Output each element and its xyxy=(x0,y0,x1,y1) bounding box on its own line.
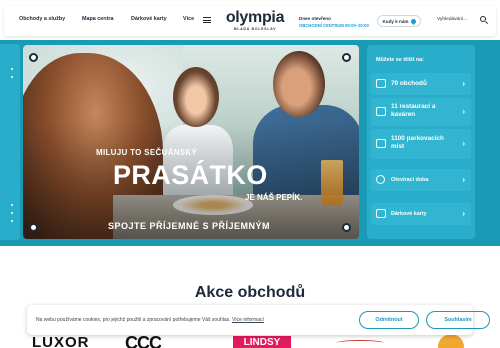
shopping-bag-icon xyxy=(376,79,386,88)
hero-corner-icon xyxy=(342,223,351,232)
cookie-accept-button[interactable]: Souhlasím xyxy=(426,311,490,329)
hero-corner-icon xyxy=(342,53,351,62)
pager-dot[interactable] xyxy=(11,220,13,222)
nav-centre-map[interactable]: Mapa centra xyxy=(82,16,113,22)
pager-dot[interactable] xyxy=(11,76,13,78)
cutlery-icon xyxy=(376,107,386,116)
pager-dot[interactable] xyxy=(11,204,13,206)
chevron-right-icon: › xyxy=(462,209,465,218)
brand-logo-script[interactable] xyxy=(336,340,384,346)
hero-shade xyxy=(23,45,359,239)
pager-dot[interactable] xyxy=(11,212,13,214)
highlights-heading: Můžete se těšit na: xyxy=(376,57,424,63)
brand-logo-lindsy[interactable]: LINDSY xyxy=(233,336,291,348)
cookie-message-text: Na webu používáme cookies, pro jejichž p… xyxy=(36,317,231,323)
opening-hours-value: OBCHODNÍ CENTRUM 09:00–20:00 xyxy=(299,23,369,28)
highlight-parking-label: 1100 parkovacích míst xyxy=(391,135,444,150)
hero-headline: PRASÁTKO xyxy=(113,160,268,190)
chevron-right-icon: › xyxy=(462,175,465,184)
hero-subline: JE NÁŠ PEPÍK. xyxy=(245,193,303,202)
cookie-more-info-link[interactable]: Více informací xyxy=(232,317,264,323)
parking-icon xyxy=(376,139,386,148)
hero-tagline: MILUJU TO SEČUÁNSKÝ xyxy=(96,148,198,157)
brand-logo-luxor[interactable]: LUXOR xyxy=(32,336,90,348)
logo-wordmark: olympia xyxy=(225,9,285,26)
section-title: Akce obchodů xyxy=(194,284,306,301)
chevron-right-icon: › xyxy=(462,79,465,88)
nav-shops-services[interactable]: Obchody a služby xyxy=(19,16,65,22)
hero-corner-icon xyxy=(29,223,38,232)
highlight-shops-label: 70 obchodů xyxy=(391,80,427,87)
pager-dot[interactable] xyxy=(11,68,13,70)
cookie-deny-button[interactable]: Odmítnout xyxy=(359,311,419,329)
search-icon[interactable] xyxy=(480,16,486,22)
opening-hours-label: Otevírací doba xyxy=(391,177,429,183)
gift-icon xyxy=(376,209,386,218)
gift-cards-label: Dárkové karty xyxy=(391,211,427,217)
chevron-right-icon: › xyxy=(462,139,465,148)
highlight-shops[interactable]: 70 obchodů › xyxy=(371,73,471,95)
opening-hours-title: Dnes otevřeno xyxy=(299,16,331,21)
gift-cards-link[interactable]: Dárkové karty › xyxy=(371,203,471,225)
site-logo[interactable]: olympia MLADÁ BOLESLAV xyxy=(223,9,287,32)
directions-button[interactable]: Kudy k nám xyxy=(377,15,421,27)
cookie-message: Na webu používáme cookies, pro jejichž p… xyxy=(36,317,264,323)
nav-gift-cards[interactable]: Dárkové karty xyxy=(131,16,167,22)
logo-city: MLADÁ BOLESLAV xyxy=(233,27,277,31)
directions-label: Kudy k nám xyxy=(382,18,409,24)
highlight-restaurants[interactable]: 11 restaurací a kaváren › xyxy=(371,98,471,126)
highlight-restaurants-label: 11 restaurací a kaváren xyxy=(391,103,436,118)
opening-hours-link[interactable]: Otevírací doba › xyxy=(371,169,471,191)
hero-corner-icon xyxy=(29,53,38,62)
chevron-right-icon: › xyxy=(462,107,465,116)
nav-more[interactable]: Více xyxy=(183,16,194,22)
cookie-banner: Na webu používáme cookies, pro jejichž p… xyxy=(27,305,490,335)
brand-logo-orange[interactable] xyxy=(438,334,464,348)
search-input[interactable]: Vyhledávání... xyxy=(437,17,467,22)
location-pin-icon xyxy=(409,17,417,25)
site-header: Obchody a služby Mapa centra Dárkové kar… xyxy=(4,6,496,36)
clock-icon xyxy=(376,175,385,184)
hero-slogan: SPOJTE PŘÍJEMNÉ S PŘÍJEMNÝM xyxy=(108,221,271,231)
hero-banner[interactable]: MILUJU TO SEČUÁNSKÝ PRASÁTKO JE NÁŠ PEPÍ… xyxy=(23,45,359,239)
brand-logo-ccc[interactable]: CCC xyxy=(125,336,161,348)
hamburger-menu-icon[interactable] xyxy=(203,17,211,23)
carousel-pager xyxy=(0,44,20,240)
highlight-parking[interactable]: 1100 parkovacích míst › xyxy=(371,129,471,159)
